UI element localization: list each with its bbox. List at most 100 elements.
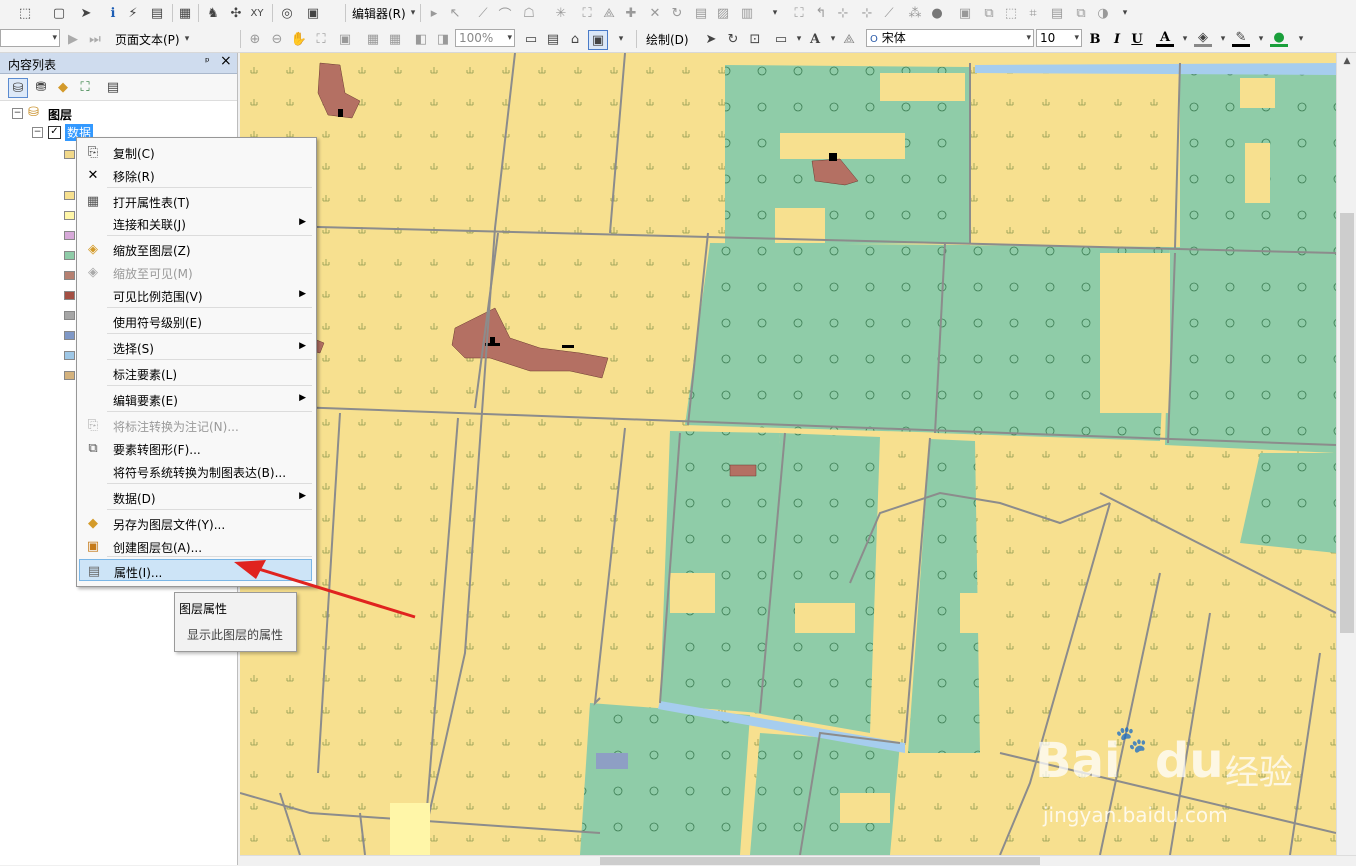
menu-item-13[interactable]: ⧉ 要素转图形(F)... [79,437,312,459]
menu-item-9[interactable]: 选择(S) ▶ [79,336,312,358]
data-driven-pages-icon[interactable]: ▣ [588,30,608,50]
legend-swatch[interactable] [64,351,75,360]
menu-item-14[interactable]: 将符号系统转换为制图表达(B)... [79,460,312,482]
menu-item-1[interactable]: ⎘ 复制(C) [79,141,312,163]
point-icon[interactable]: ✳ [552,4,570,22]
edit-vertices-draw-icon[interactable]: ⟁ [840,30,858,48]
validate-icon[interactable]: ⁂ [906,4,924,22]
legend-swatch[interactable] [64,371,75,380]
menu-item-11[interactable]: 编辑要素(E) ▶ [79,388,312,410]
zoom-out-page-icon[interactable]: ⊖ [268,30,286,48]
topology-shared-icon[interactable]: ⊹ [858,4,876,22]
topology-reshape-icon[interactable]: ⟋ [880,4,898,22]
legend-swatch[interactable] [64,271,75,280]
time-slider-icon[interactable]: ◎ [278,4,296,22]
toc-options-icon[interactable]: ▤ [104,78,122,96]
zoom-selected-icon[interactable]: ⊡ [746,30,764,48]
menu-item-7[interactable]: 可见比例范围(V) ▶ [79,284,312,306]
cut-polygons-icon[interactable]: ✚ [622,4,640,22]
play-icon[interactable]: ▶ [64,30,82,48]
sketch-properties-icon[interactable]: ▨ [714,4,732,22]
chevron-down-icon-10[interactable]: ▾ [1252,30,1270,48]
attributes-icon[interactable]: ▤ [692,4,710,22]
list-by-selection-icon[interactable]: ⛶ [76,78,94,96]
menu-item-4[interactable]: 连接和关联(J) ▶ [79,212,312,234]
list-by-visibility-icon[interactable]: ◆ [54,78,72,96]
rectangle-icon[interactable]: ▭ [772,30,790,48]
menu-item-8[interactable]: 使用符号级别(E) [79,310,312,332]
pin-icon[interactable]: ᵖ [205,55,210,68]
georef-icon-2[interactable]: ⧉ [980,4,998,22]
menu-item-16[interactable]: ◆ 另存为图层文件(Y)... [79,512,312,534]
fixed-zoom-in-icon[interactable]: ▦ [364,30,382,48]
chevron-down-icon-9[interactable]: ▾ [1214,30,1232,48]
menu-item-2[interactable]: ✕ 移除(R) [79,164,312,186]
hyperlink-icon[interactable]: ⚡ [124,4,142,22]
page-text-menu[interactable]: 页面文本(P) [115,31,180,48]
georef-icon-6[interactable]: ⧉ [1072,4,1090,22]
info-icon[interactable]: ℹ [104,4,122,22]
zoom-combo[interactable]: 100% ▾ [455,29,515,47]
rotate-element-icon[interactable]: ↻ [724,30,742,48]
vertical-scroll-thumb[interactable] [1340,213,1354,633]
fill-color-icon[interactable]: ◈ [1194,30,1212,47]
select-elements-icon[interactable]: ➤ [702,30,720,48]
collapse-icon-2[interactable]: − [32,127,43,138]
list-by-source-icon[interactable]: ⛃ [32,78,50,96]
chevron-down-icon-4[interactable]: ▾ [178,30,196,48]
chevron-down-icon-5[interactable]: ▾ [612,30,630,48]
next-icon[interactable]: ⏭ [86,30,104,48]
topology-edit-icon[interactable]: ⛶ [790,4,808,22]
underline-button[interactable]: U [1128,30,1146,48]
find-icon[interactable]: ♞ [204,4,222,22]
reshape-icon[interactable]: ⟁ [600,4,618,22]
select-pointer-icon[interactable]: ➤ [77,4,95,22]
marker-color-icon[interactable]: ● [1270,30,1288,47]
pan-page-icon[interactable]: ✋ [290,30,308,48]
edit-vertices-icon[interactable]: ⛶ [578,4,596,22]
legend-swatch[interactable] [64,211,75,220]
georef-icon-5[interactable]: ▤ [1048,4,1066,22]
goto-xy-icon[interactable]: XY [248,4,266,22]
font-color-button[interactable]: A [1156,30,1174,47]
end-point-arc-icon[interactable]: ⌒ [496,4,514,23]
edit-tool-icon[interactable]: ▸ [425,4,443,22]
font-size-combo[interactable]: 10 ▾ [1036,29,1082,47]
blank-combo[interactable]: ▾ [0,29,60,47]
zoom-in-page-icon[interactable]: ⊕ [246,30,264,48]
edit-annotation-icon[interactable]: ↖ [446,4,464,22]
topology-node-icon[interactable]: ⊹ [834,4,852,22]
change-layout-icon[interactable]: ⌂ [566,30,584,48]
legend-swatch[interactable] [64,150,75,159]
find-route-icon[interactable]: ✣ [227,4,245,22]
text-tool-icon[interactable]: A [806,30,824,48]
legend-swatch[interactable] [64,311,75,320]
legend-swatch[interactable] [64,291,75,300]
measure-icon[interactable]: ▦ [176,4,194,22]
fixed-zoom-out-icon[interactable]: ▦ [386,30,404,48]
legend-swatch[interactable] [64,191,75,200]
toggle-draft-icon[interactable]: ▭ [522,30,540,48]
menu-item-15[interactable]: 数据(D) ▶ [79,486,312,508]
go-back-extent-icon[interactable]: ◧ [412,30,430,48]
topology-select-icon[interactable]: ↰ [812,4,830,22]
go-forward-extent-icon[interactable]: ◨ [434,30,452,48]
horizontal-scroll-thumb[interactable] [600,857,1040,865]
split-icon[interactable]: ✕ [646,4,664,22]
vertical-scrollbar[interactable]: ▲ [1336,53,1356,855]
legend-swatch[interactable] [64,231,75,240]
create-features-icon[interactable]: ▥ [738,4,756,22]
editor-menu[interactable]: 编辑器(R) [352,5,406,22]
draw-menu[interactable]: 绘制(D) [646,31,689,48]
chevron-down-icon-2[interactable]: ▾ [766,4,784,22]
zoom-100-icon[interactable]: ▣ [336,30,354,48]
font-name-combo[interactable]: O 宋体 ▾ [866,29,1034,47]
line-color-icon[interactable]: ✎ [1232,30,1250,47]
clear-selection-icon[interactable]: ▢ [50,4,68,22]
georef-icon-7[interactable]: ◑ [1094,4,1112,22]
tree-root[interactable]: − ⛁ 图层 [0,105,237,123]
menu-item-5[interactable]: ◈ 缩放至图层(Z) [79,238,312,260]
georef-icon-3[interactable]: ⬚ [1002,4,1020,22]
horizontal-scrollbar[interactable] [240,855,1356,866]
html-popup-icon[interactable]: ▤ [148,4,166,22]
